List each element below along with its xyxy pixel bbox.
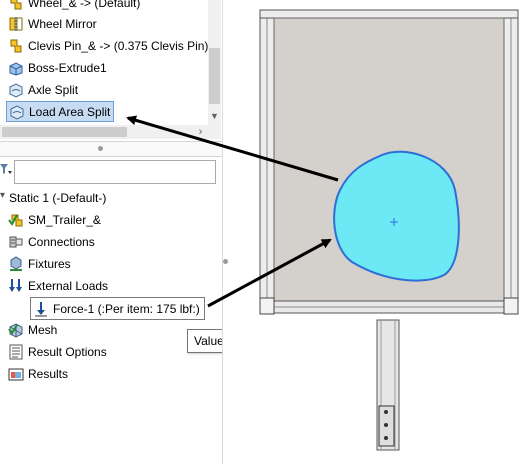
tree-item-clevis-pin[interactable]: Clevis Pin_& -> (0.375 Clevis Pin) [8, 36, 208, 56]
tree-item-label: Load Area Split [29, 104, 111, 119]
part-tree-vertical-scrollbar[interactable]: ▼ [208, 0, 221, 125]
tree-item-wheel-mirror[interactable]: Wheel Mirror [8, 14, 97, 34]
scroll-down-arrow-icon[interactable]: ▼ [210, 112, 219, 121]
splitter-grip-icon [223, 259, 228, 264]
filter-funnel-icon[interactable] [0, 162, 12, 176]
study-item-label: Connections [28, 235, 95, 249]
study-item-label: Fixtures [28, 257, 71, 271]
study-item-connections[interactable]: Connections [8, 232, 95, 252]
study-item-label: Result Options [28, 345, 107, 359]
scrollbar-thumb[interactable] [2, 127, 127, 137]
force-arrow-icon [33, 301, 49, 317]
extrude-feature-icon [8, 60, 24, 76]
study-root-label: Static 1 (-Default-) [9, 191, 107, 205]
study-item-sm-trailer[interactable]: SM_Trailer_& [8, 210, 101, 230]
study-item-external-loads[interactable]: External Loads [8, 276, 108, 296]
part-check-icon [8, 212, 24, 228]
study-item-force-1[interactable]: Force-1 (:Per item: 175 lbf:) [30, 297, 205, 320]
tree-item-load-area-split[interactable]: Load Area Split [6, 101, 115, 122]
tree-item-label: Wheel_& -> (Default) [28, 0, 141, 10]
tree-item-boss-extrude[interactable]: Boss-Extrude1 [8, 58, 107, 78]
part-tree: Wheel_& -> (Default) Wheel Mirror Clevis… [0, 0, 208, 125]
tree-item-label: Wheel Mirror [28, 17, 97, 31]
tree-item-label: Clevis Pin_& -> (0.375 Clevis Pin) [28, 39, 208, 53]
study-item-fixtures[interactable]: Fixtures [8, 254, 71, 274]
panel-vertical-splitter[interactable] [222, 0, 230, 464]
study-item-label: Force-1 (:Per item: 175 lbf:) [53, 301, 200, 316]
tree-item-axle-split[interactable]: Axle Split [8, 80, 78, 100]
graphics-viewport[interactable] [230, 0, 524, 464]
scroll-right-arrow-icon[interactable]: › [195, 126, 206, 138]
study-item-label: Mesh [28, 323, 58, 337]
connections-icon [8, 234, 24, 250]
external-loads-icon [8, 278, 24, 294]
load-area-split-face[interactable] [333, 150, 460, 282]
part-tree-horizontal-scrollbar[interactable]: › [0, 125, 208, 139]
part-icon [8, 38, 24, 54]
split-line-icon [8, 82, 24, 98]
result-options-icon [8, 344, 24, 360]
scrollbar-thumb[interactable] [209, 48, 220, 104]
study-item-label: External Loads [28, 279, 109, 293]
study-item-label: SM_Trailer_& [28, 213, 101, 227]
tree-item-label: Axle Split [28, 83, 79, 97]
study-root-static-1[interactable]: ▾ Static 1 (-Default-) [0, 188, 106, 208]
study-item-result-options[interactable]: Result Options [8, 342, 107, 362]
collapse-chevron-icon[interactable]: ▾ [0, 190, 5, 201]
study-item-mesh[interactable]: Mesh [8, 320, 57, 340]
feature-tree-panel: Wheel_& -> (Default) Wheel Mirror Clevis… [0, 0, 274, 464]
trailer-model[interactable] [230, 0, 524, 464]
fixtures-icon [8, 256, 24, 272]
mirror-feature-icon [8, 16, 24, 32]
part-icon [8, 0, 24, 11]
mesh-icon [8, 322, 24, 338]
splitter-grip-icon [98, 146, 103, 151]
results-folder-icon [8, 366, 24, 382]
tree-item-wheel[interactable]: Wheel_& -> (Default) [8, 0, 140, 13]
split-line-icon [9, 104, 25, 120]
tree-filter-input[interactable] [14, 160, 216, 184]
study-item-results[interactable]: Results [8, 364, 68, 384]
tree-item-label: Boss-Extrude1 [28, 61, 107, 75]
pane-splitter[interactable] [0, 141, 230, 157]
study-item-label: Results [28, 367, 69, 381]
